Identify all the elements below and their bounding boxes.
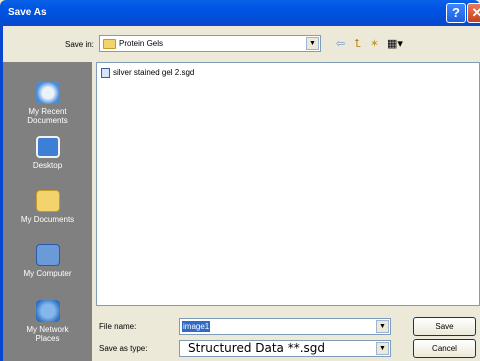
my-computer-icon [35, 244, 60, 266]
chevron-down-icon[interactable]: ▼ [306, 37, 319, 50]
place-label: My Recent [28, 107, 67, 116]
places-bar: My Recent Documents Desktop My Documents… [3, 62, 92, 361]
dialog-body: Save in: Protein Gels ▼ ⇦ ⮤ ✶ ▦▾ My Rece… [0, 26, 480, 361]
place-recent-documents[interactable]: My Recent Documents [3, 82, 92, 125]
place-label: My Documents [20, 215, 75, 224]
title-bar: Save As ? ✕ [0, 0, 480, 26]
my-documents-icon [35, 190, 60, 212]
up-folder-button[interactable]: ⮤ [350, 37, 365, 51]
file-name-label: File name: [99, 322, 137, 331]
network-places-icon [35, 300, 60, 322]
place-label: Desktop [32, 161, 63, 170]
chevron-down-icon[interactable]: ▼ [376, 320, 389, 333]
folder-icon [103, 39, 116, 49]
save-in-value: Protein Gels [119, 39, 164, 48]
save-as-type-dropdown[interactable]: Structured Data **.sgd ▼ [179, 340, 391, 357]
new-folder-button[interactable]: ✶ [367, 37, 382, 51]
help-button[interactable]: ? [446, 3, 466, 23]
save-as-type-label: Save as type: [99, 344, 148, 353]
view-menu-button[interactable]: ▦▾ [384, 37, 406, 51]
cancel-button[interactable]: Cancel [413, 339, 476, 358]
place-my-computer[interactable]: My Computer [3, 244, 92, 278]
file-name: silver stained gel 2.sgd [113, 68, 195, 78]
place-label: My Computer [23, 269, 72, 278]
recent-documents-icon [35, 82, 60, 104]
file-list[interactable]: silver stained gel 2.sgd [96, 62, 480, 306]
file-name-field[interactable]: image1 ▼ [179, 318, 391, 335]
save-in-dropdown[interactable]: Protein Gels ▼ [99, 35, 321, 52]
save-button[interactable]: Save [413, 317, 476, 336]
place-my-documents[interactable]: My Documents [3, 190, 92, 224]
file-icon [101, 68, 110, 78]
desktop-icon [35, 136, 60, 158]
save-as-type-value: Structured Data **.sgd [188, 341, 326, 355]
chevron-down-icon[interactable]: ▼ [376, 342, 389, 355]
close-button[interactable]: ✕ [467, 3, 480, 23]
list-item[interactable]: silver stained gel 2.sgd [101, 68, 194, 78]
place-desktop[interactable]: Desktop [3, 136, 92, 170]
place-label: My Network [26, 325, 69, 334]
file-name-value: image1 [182, 321, 211, 332]
save-in-label: Save in: [65, 40, 94, 49]
dialog-title: Save As [8, 7, 47, 18]
place-label: Documents [27, 116, 68, 125]
place-network[interactable]: My Network Places [3, 300, 92, 343]
back-button[interactable]: ⇦ [333, 37, 348, 51]
place-label: Places [35, 334, 60, 343]
